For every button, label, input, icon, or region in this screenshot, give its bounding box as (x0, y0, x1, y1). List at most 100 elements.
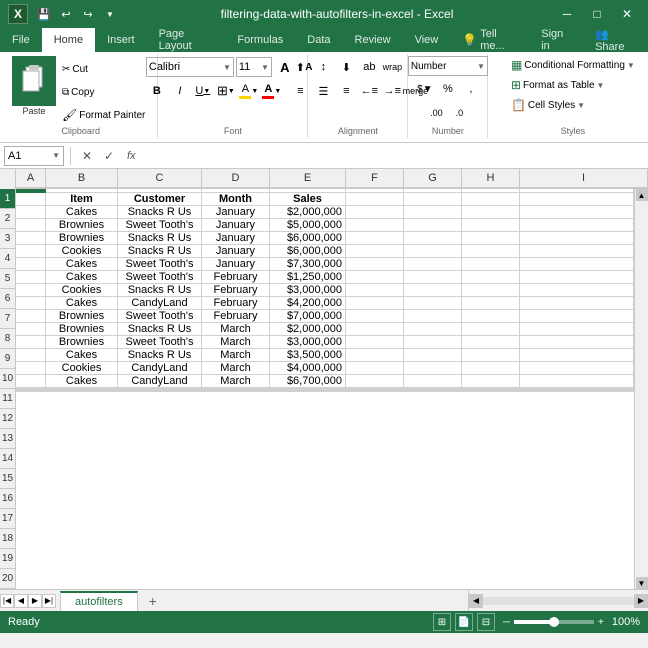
cell-h2[interactable] (462, 193, 520, 206)
row-num-7[interactable]: 7 (0, 309, 16, 329)
number-format-selector[interactable]: Number ▼ (408, 56, 488, 76)
cell-g6[interactable] (404, 245, 462, 258)
cell-f15[interactable] (346, 362, 404, 375)
formula-input[interactable] (144, 146, 644, 166)
col-header-e[interactable]: E (270, 169, 346, 188)
row-num-15[interactable]: 15 (0, 469, 16, 489)
decrease-decimal-button[interactable]: .00 (425, 102, 447, 124)
cell-a7[interactable] (16, 258, 46, 271)
cell-h14[interactable] (462, 349, 520, 362)
cell-b10[interactable]: Cakes (46, 297, 118, 310)
cell-e15[interactable]: $4,000,000 (270, 362, 346, 375)
cell-i3[interactable] (520, 206, 634, 219)
cell-e9[interactable]: $3,000,000 (270, 284, 346, 297)
row-num-14[interactable]: 14 (0, 449, 16, 469)
copy-button[interactable]: ⧉Copy (58, 81, 149, 103)
col-header-c[interactable]: C (118, 169, 202, 188)
cell-c16[interactable]: CandyLand (118, 375, 202, 388)
cell-b6[interactable]: Cookies (46, 245, 118, 258)
cell-d3[interactable]: January (202, 206, 270, 219)
cell-f4[interactable] (346, 219, 404, 232)
cell-i10[interactable] (520, 297, 634, 310)
cell-a10[interactable] (16, 297, 46, 310)
vertical-scrollbar[interactable]: ▲ ▼ (634, 189, 648, 589)
cell-b20[interactable] (46, 391, 118, 392)
cell-c3[interactable]: Snacks R Us (118, 206, 202, 219)
format-as-table-button[interactable]: ⊞ Format as Table ▼ (506, 76, 640, 94)
cell-f10[interactable] (346, 297, 404, 310)
cell-f6[interactable] (346, 245, 404, 258)
underline-button[interactable]: U ▼ (192, 80, 214, 102)
zoom-out-button[interactable]: ─ (503, 617, 510, 628)
percent-button[interactable]: % (437, 78, 459, 100)
cell-styles-button[interactable]: 📋 Cell Styles ▼ (506, 96, 640, 114)
cell-g14[interactable] (404, 349, 462, 362)
cell-h16[interactable] (462, 375, 520, 388)
cell-a16[interactable] (16, 375, 46, 388)
cell-i20[interactable] (520, 391, 634, 392)
confirm-formula-icon[interactable]: ✓ (99, 146, 119, 166)
cell-c8[interactable]: Sweet Tooth's (118, 271, 202, 284)
cell-a3[interactable] (16, 206, 46, 219)
cell-d6[interactable]: January (202, 245, 270, 258)
sheet-tab-autofilters[interactable]: autofilters (60, 591, 138, 611)
cell-a11[interactable] (16, 310, 46, 323)
row-num-20[interactable]: 20 (0, 569, 16, 589)
cell-h6[interactable] (462, 245, 520, 258)
cell-i5[interactable] (520, 232, 634, 245)
cell-e10[interactable]: $4,200,000 (270, 297, 346, 310)
cell-a6[interactable] (16, 245, 46, 258)
row-num-10[interactable]: 10 (0, 369, 16, 389)
cell-g15[interactable] (404, 362, 462, 375)
cell-g11[interactable] (404, 310, 462, 323)
font-size-selector[interactable]: 11 ▼ (236, 57, 272, 77)
row-num-5[interactable]: 5 (0, 269, 16, 289)
row-num-6[interactable]: 6 (0, 289, 16, 309)
cell-f11[interactable] (346, 310, 404, 323)
cell-i15[interactable] (520, 362, 634, 375)
cell-f13[interactable] (346, 336, 404, 349)
undo-button[interactable]: ↩ (56, 4, 76, 24)
orientation-button[interactable]: ab (358, 56, 380, 78)
cell-f16[interactable] (346, 375, 404, 388)
font-name-selector[interactable]: Calibri ▼ (146, 57, 234, 77)
cell-e6[interactable]: $6,000,000 (270, 245, 346, 258)
increase-indent-button[interactable]: →≡ (381, 80, 403, 102)
increase-decimal-button[interactable]: .0 (448, 102, 470, 124)
cell-c2[interactable]: Customer (118, 193, 202, 206)
cell-e16[interactable]: $6,700,000 (270, 375, 346, 388)
row-num-2[interactable]: 2 (0, 209, 16, 229)
row-num-16[interactable]: 16 (0, 489, 16, 509)
row-num-19[interactable]: 19 (0, 549, 16, 569)
cell-e14[interactable]: $3,500,000 (270, 349, 346, 362)
h-scroll-track[interactable] (483, 597, 634, 605)
save-button[interactable]: 💾 (34, 4, 54, 24)
cell-b16[interactable]: Cakes (46, 375, 118, 388)
cell-b15[interactable]: Cookies (46, 362, 118, 375)
border-button[interactable]: ⊞ ▼ (215, 80, 237, 102)
paste-area[interactable]: Paste (12, 56, 56, 116)
cell-e5[interactable]: $6,000,000 (270, 232, 346, 245)
row-num-12[interactable]: 12 (0, 409, 16, 429)
cell-e8[interactable]: $1,250,000 (270, 271, 346, 284)
tab-page-layout[interactable]: Page Layout (147, 28, 226, 52)
tab-home[interactable]: Home (42, 28, 95, 52)
cell-c4[interactable]: Sweet Tooth's (118, 219, 202, 232)
cell-g12[interactable] (404, 323, 462, 336)
cell-i14[interactable] (520, 349, 634, 362)
page-break-button[interactable]: ⊟ (477, 613, 495, 631)
row-num-4[interactable]: 4 (0, 249, 16, 269)
cell-i9[interactable] (520, 284, 634, 297)
cell-e3[interactable]: $2,000,000 (270, 206, 346, 219)
cell-h3[interactable] (462, 206, 520, 219)
col-header-d[interactable]: D (202, 169, 270, 188)
zoom-thumb[interactable] (549, 617, 559, 627)
cancel-formula-icon[interactable]: ✕ (77, 146, 97, 166)
cell-d5[interactable]: January (202, 232, 270, 245)
tab-tell-me[interactable]: 💡Tell me... (450, 28, 529, 52)
align-right-button[interactable]: ≡ (335, 80, 357, 102)
italic-button[interactable]: I (169, 80, 191, 102)
cell-h8[interactable] (462, 271, 520, 284)
cell-d4[interactable]: January (202, 219, 270, 232)
cell-g3[interactable] (404, 206, 462, 219)
